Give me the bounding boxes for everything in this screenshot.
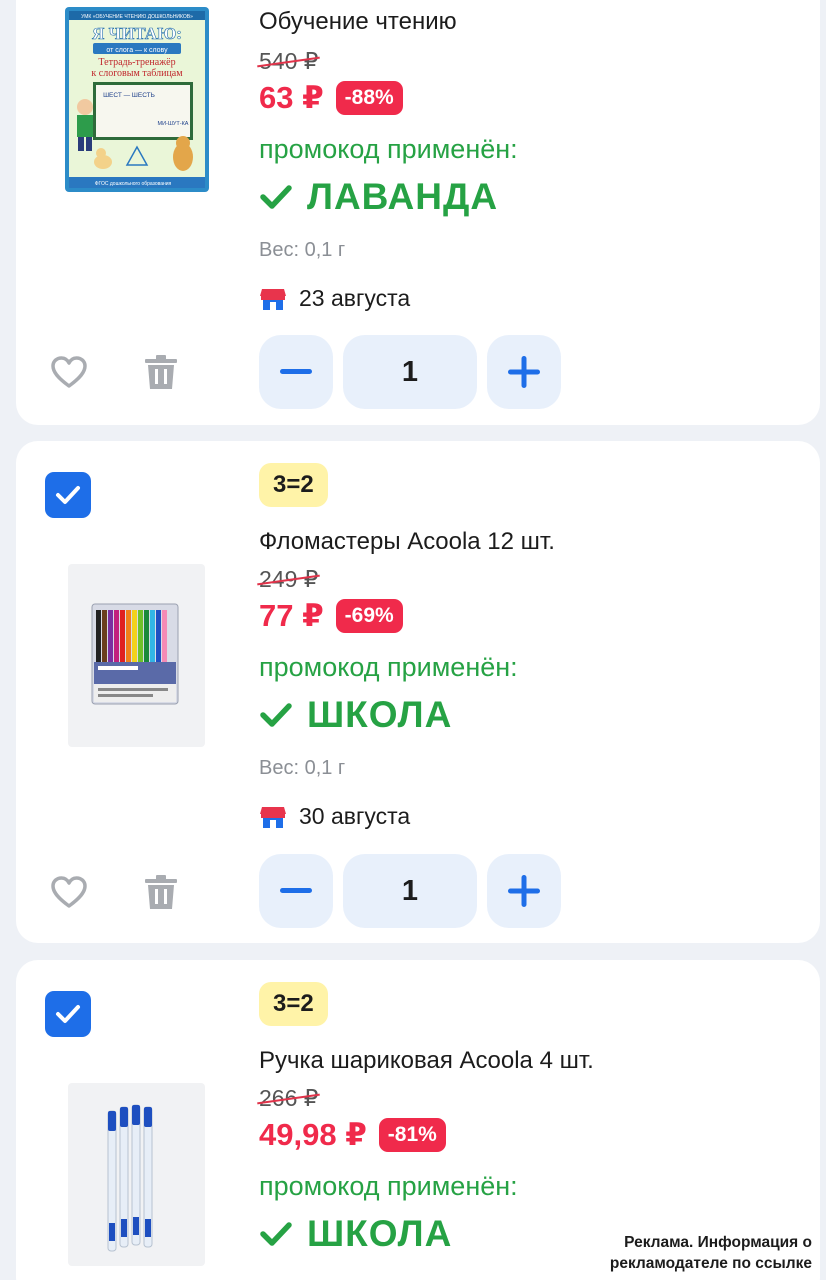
product-title[interactable]: Ручка шариковая Acoola 4 шт. [259,1046,800,1076]
old-price: 249 ₽ [259,566,319,592]
current-price: 49,98 ₽ [259,1117,367,1152]
trash-icon[interactable] [142,353,180,391]
checkbox-checked-icon [56,1005,80,1023]
delivery-date: 23 августа [299,285,411,311]
product-image[interactable]: УМК «ОБУЧЕНИЕ ЧТЕНИЮ ДОШКОЛЬНИКОВ» Я ЧИТ… [65,7,209,192]
book-cover-image: УМК «ОБУЧЕНИЕ ЧТЕНИЮ ДОШКОЛЬНИКОВ» Я ЧИТ… [65,7,209,192]
ad-disclaimer-line-2: рекламодателе по ссылке [609,1255,812,1272]
product-weight: Вес: 0,1 г [259,757,346,779]
minus-icon [280,369,312,374]
markers-pack-image [91,603,179,705]
item-actions [50,353,180,391]
ad-disclaimer[interactable]: Реклама. Информация о рекламодателе по с… [610,1232,812,1274]
store-icon [260,806,286,828]
product-info: 3=2 Ручка шариковая Acoola 4 шт. 266 ₽ 4… [259,982,800,1256]
increase-quantity-button[interactable] [487,335,561,409]
item-actions [50,873,180,911]
decrease-quantity-button[interactable] [259,335,333,409]
promo-code: ШКОЛА [259,693,800,737]
promo-badge: 3=2 [259,463,328,507]
quantity-value[interactable]: 1 [343,335,477,409]
pens-pack-image [107,1104,153,1252]
book-subtitle-text: от слога — к слову [106,47,168,54]
book-footer-text: ФГОС дошкольного образования [95,181,172,187]
product-title[interactable]: Фломастеры Acoola 12 шт. [259,527,800,557]
quantity-stepper: 1 [259,335,561,409]
ad-disclaimer-line-1: Реклама. Информация о [624,1234,812,1251]
product-image[interactable] [68,564,205,747]
check-icon [260,185,292,209]
heart-outline-icon[interactable] [50,355,88,389]
plus-icon [508,356,540,388]
product-info: 3=2 Фломастеры Acoola 12 шт. 249 ₽ 77 ₽ … [259,463,800,830]
delivery-date: 30 августа [299,803,411,829]
product-weight: Вес: 0,1 г [259,239,346,261]
price-row: 63 ₽ -88% [259,80,800,116]
price-row: 49,98 ₽ -81% [259,1117,800,1153]
discount-badge: -88% [335,81,403,115]
item-select-checkbox[interactable] [45,472,91,518]
heart-outline-icon[interactable] [50,875,88,909]
delivery-info: 23 августа [259,285,800,312]
promo-code-text: ЛАВАНДА [307,176,499,217]
product-info: Обучение чтению 540 ₽ 63 ₽ -88% промокод… [259,7,800,312]
book-header-text: УМК «ОБУЧЕНИЕ ЧТЕНИЮ ДОШКОЛЬНИКОВ» [81,14,193,20]
discount-badge: -81% [378,1118,446,1152]
delivery-info: 30 августа [259,803,800,830]
product-title[interactable]: Обучение чтению [259,7,800,37]
promo-applied-label: промокод применён: [259,1171,518,1201]
current-price: 63 ₽ [259,80,324,115]
promo-badge: 3=2 [259,982,328,1026]
discount-badge: -69% [335,599,403,633]
increase-quantity-button[interactable] [487,854,561,928]
old-price: 540 ₽ [259,48,319,74]
minus-icon [280,888,312,893]
store-icon [260,288,286,310]
decrease-quantity-button[interactable] [259,854,333,928]
book-title-text: Я ЧИТАЮ: [92,24,182,43]
checkbox-checked-icon [56,486,80,504]
quantity-stepper: 1 [259,854,561,928]
quantity-value[interactable]: 1 [343,854,477,928]
check-icon [260,1222,292,1246]
promo-applied-label: промокод применён: [259,652,518,682]
trash-icon[interactable] [142,873,180,911]
promo-code-text: ШКОЛА [307,694,453,735]
old-price: 266 ₽ [259,1085,319,1111]
plus-icon [508,875,540,907]
promo-applied-label: промокод применён: [259,134,518,164]
cart-item-card: УМК «ОБУЧЕНИЕ ЧТЕНИЮ ДОШКОЛЬНИКОВ» Я ЧИТ… [16,0,820,425]
book-line1-text: Тетрадь-тренажёр [98,57,175,68]
price-row: 77 ₽ -69% [259,598,800,634]
promo-code: ЛАВАНДА [259,175,800,219]
item-select-checkbox[interactable] [45,991,91,1037]
product-image[interactable] [68,1083,205,1266]
cart-item-card: 3=2 Фломастеры Acoola 12 шт. 249 ₽ 77 ₽ … [16,441,820,943]
book-line2-text: к слоговым таблицам [91,68,183,79]
check-icon [260,703,292,727]
current-price: 77 ₽ [259,598,324,633]
board-word-1: ШЕСТ — ШЕСТЬ [103,92,155,99]
board-word-2: МИ-ШУТ-КА [158,121,189,127]
promo-code-text: ШКОЛА [307,1213,453,1254]
